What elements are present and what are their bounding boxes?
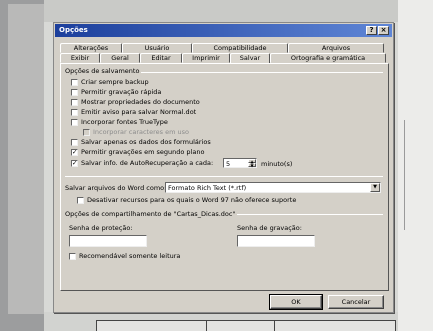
spin-down-icon[interactable]: ▼ (248, 163, 256, 168)
save-options-label: Opções de salvamento (65, 67, 142, 75)
checkbox-backup[interactable]: Criar sempre backup (71, 78, 149, 86)
tab-ortografia[interactable]: Ortografia e gramática (270, 53, 386, 63)
write-password-input[interactable] (237, 235, 315, 247)
ok-button[interactable]: OK (269, 294, 323, 310)
tab-compatibilidade[interactable]: Compatibilidade (192, 43, 288, 53)
save-as-label: Salvar arquivos do Word como: (65, 184, 167, 192)
tab-imprimir[interactable]: Imprimir (182, 53, 230, 63)
checkbox-label: Desativar recursos para os quais o Word … (87, 196, 297, 204)
checkbox-label: Recomendável somente leitura (79, 252, 181, 260)
autorecover-minutes-spinner[interactable]: 5 ▲ ▼ (223, 158, 257, 168)
checkbox-box[interactable] (69, 252, 76, 260)
checkbox-embed-chars-in-use: Incorporar caracteres em uso (83, 128, 189, 136)
tab-editar[interactable]: Editar (140, 53, 182, 63)
title-bar[interactable]: Opções ? × (55, 24, 392, 37)
background-left-window (8, 4, 44, 314)
background-top (44, 0, 398, 22)
checkbox-label: Permitir gravações em segundo plano (81, 148, 205, 156)
tab-exibir[interactable]: Exibir (60, 53, 100, 63)
checkbox-box[interactable]: ✓ (71, 159, 78, 167)
separator (65, 176, 383, 177)
checkbox-box[interactable]: ✓ (71, 148, 78, 156)
save-format-select[interactable]: Formato Rich Text (*.rtf) ▼ (165, 182, 381, 193)
checkbox-box[interactable] (71, 88, 78, 96)
checkbox-doc-properties[interactable]: Mostrar propriedades do documento (71, 98, 200, 106)
checkbox-normal-dot-prompt[interactable]: Emitir aviso para salvar Normal.dot (71, 108, 196, 116)
checkbox-fast-save[interactable]: Permitir gravação rápida (71, 88, 161, 96)
protect-password-input[interactable] (69, 235, 147, 247)
checkbox-autorecover[interactable]: ✓ Salvar info. de AutoRecuperação a cada… (71, 159, 213, 167)
checkbox-box[interactable] (71, 108, 78, 116)
dialog-title: Opções (59, 26, 88, 34)
checkbox-box[interactable] (71, 98, 78, 106)
checkbox-box[interactable] (71, 118, 78, 126)
write-password-label: Senha de gravação: (237, 224, 302, 232)
checkbox-label: Emitir aviso para salvar Normal.dot (81, 108, 197, 116)
chevron-down-icon[interactable]: ▼ (370, 183, 380, 192)
background-table (96, 320, 396, 331)
tab-geral[interactable]: Geral (100, 53, 140, 63)
checkbox-label: Criar sempre backup (81, 78, 149, 86)
options-dialog: Opções ? × Alterações Usuário Compatibil… (53, 22, 394, 313)
checkbox-label: Mostrar propriedades do documento (81, 98, 200, 106)
checkbox-label: Incorporar fontes TrueType (81, 118, 168, 126)
checkbox-embed-truetype[interactable]: Incorporar fontes TrueType (71, 118, 168, 126)
checkbox-box (83, 128, 90, 136)
minutes-label: minuto(s) (261, 160, 293, 168)
select-value: Formato Rich Text (*.rtf) (168, 184, 247, 192)
tab-row-back: Alterações Usuário Compatibilidade Arqui… (60, 43, 384, 53)
checkbox-label: Permitir gravação rápida (81, 88, 162, 96)
checkbox-read-only-recommended[interactable]: Recomendável somente leitura (69, 252, 180, 260)
tab-usuario[interactable]: Usuário (122, 43, 192, 53)
checkbox-box[interactable] (71, 138, 78, 146)
tab-alteracoes[interactable]: Alterações (60, 43, 122, 53)
checkbox-label: Salvar apenas os dados dos formulários (81, 138, 211, 146)
spinner-value: 5 (226, 160, 231, 168)
tab-arquivos[interactable]: Arquivos (288, 43, 384, 53)
spinner-buttons[interactable]: ▲ ▼ (248, 159, 256, 168)
help-button[interactable]: ? (366, 26, 377, 35)
checkbox-label: Incorporar caracteres em uso (93, 128, 189, 136)
protect-password-label: Senha de proteção: (69, 224, 133, 232)
checkbox-disable-word97[interactable]: Desativar recursos para os quais o Word … (77, 196, 296, 204)
cancel-button[interactable]: Cancelar (328, 295, 384, 309)
checkbox-save-form-data[interactable]: Salvar apenas os dados dos formulários (71, 138, 211, 146)
checkbox-box[interactable] (71, 78, 78, 86)
save-tab-panel: Opções de salvamento Criar sempre backup… (60, 63, 389, 291)
checkbox-label: Salvar info. de AutoRecuperação a cada: (81, 159, 214, 167)
checkbox-box[interactable] (77, 196, 84, 204)
sharing-options-label: Opções de compartilhamento de "Cartas_Di… (65, 210, 238, 218)
checkbox-background-saves[interactable]: ✓ Permitir gravações em segundo plano (71, 148, 204, 156)
background-divider (404, 120, 405, 230)
tab-row-front: Exibir Geral Editar Imprimir Salvar Orto… (60, 53, 386, 64)
close-button[interactable]: × (378, 26, 389, 35)
